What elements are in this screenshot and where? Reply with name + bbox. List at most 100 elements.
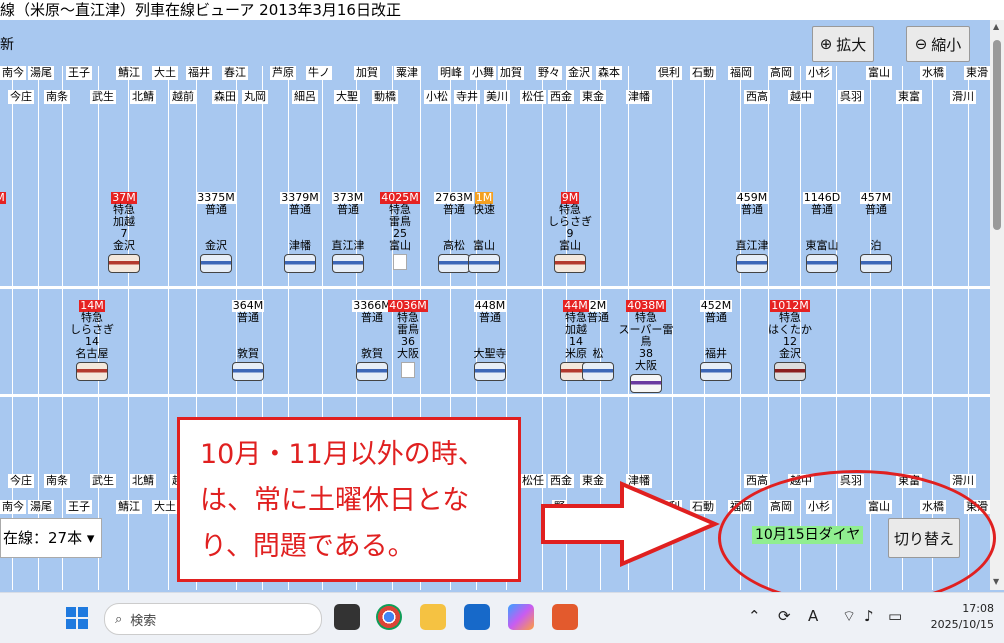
station-label[interactable]: 東滑 <box>964 66 990 80</box>
station-label[interactable]: 武生 <box>90 474 116 488</box>
train-marker[interactable]: 1146D 普通 東富山 <box>792 192 852 273</box>
station-label[interactable]: 北鯖 <box>130 90 156 104</box>
task-view-icon[interactable] <box>334 604 360 630</box>
train-marker[interactable]: 4036M 特急 雷鳥 36 大阪 <box>378 300 438 378</box>
wifi-icon[interactable]: ⌔ <box>842 607 856 626</box>
train-marker[interactable]: 452M 普通 福井 <box>686 300 746 381</box>
vertical-scrollbar[interactable]: ▲ ▼ <box>990 20 1004 590</box>
station-label[interactable]: 西金 <box>548 90 574 104</box>
train-marker[interactable]: 1M 快速 富山 <box>454 192 514 273</box>
file-explorer-icon[interactable] <box>420 604 446 630</box>
station-label[interactable]: 王子 <box>66 66 92 80</box>
station-label[interactable]: 加賀 <box>354 66 380 80</box>
station-label[interactable]: 南条 <box>44 474 70 488</box>
station-label[interactable]: 大聖 <box>334 90 360 104</box>
clock[interactable]: 17:08 2025/10/15 <box>931 601 994 633</box>
scroll-down-icon[interactable]: ▼ <box>993 577 999 586</box>
train-marker[interactable]: 4038M 特急 スーパー雷鳥 38 大阪 <box>616 300 676 393</box>
station-label[interactable]: 森本 <box>596 66 622 80</box>
train-marker[interactable]: 364M 普通 敦賀 <box>218 300 278 381</box>
station-label[interactable]: 福井 <box>186 66 212 80</box>
zoom-in-button[interactable]: ⊕ 拡大 <box>812 26 874 62</box>
station-label[interactable]: 東富 <box>896 90 922 104</box>
station-label[interactable]: 小杉 <box>806 66 832 80</box>
station-label[interactable]: 小舞 <box>470 66 496 80</box>
train-dest: 富山 <box>559 239 581 252</box>
ime-indicator[interactable]: A <box>808 607 818 625</box>
train-marker[interactable]: 3375M 普通 金沢 <box>186 192 246 273</box>
station-label[interactable]: 南今 <box>0 500 26 514</box>
train-marker[interactable]: 448M 普通 大聖寺 <box>460 300 520 381</box>
station-label[interactable]: 動橋 <box>372 90 398 104</box>
station-label[interactable]: 越中 <box>788 90 814 104</box>
station-label[interactable]: 細呂 <box>292 90 318 104</box>
station-label[interactable]: 明峰 <box>438 66 464 80</box>
station-label[interactable]: 今庄 <box>8 474 34 488</box>
station-label[interactable]: 呉羽 <box>838 90 864 104</box>
station-label[interactable]: 南今 <box>0 66 26 80</box>
train-marker[interactable]: 1012M 特急 はくたか 12 金沢 <box>760 300 820 381</box>
train-marker[interactable]: 4025M 特急 雷鳥 25 富山 <box>370 192 430 270</box>
station-label[interactable]: 東金 <box>580 90 606 104</box>
train-car-icon <box>582 362 614 381</box>
train-car-icon <box>860 254 892 273</box>
station-label[interactable]: 春江 <box>222 66 248 80</box>
station-label[interactable]: 粟津 <box>394 66 420 80</box>
battery-icon[interactable]: ▭ <box>888 607 902 625</box>
station-label[interactable]: 今庄 <box>8 90 34 104</box>
station-label[interactable]: 王子 <box>66 500 92 514</box>
station-label[interactable]: 水橋 <box>920 66 946 80</box>
media-app-icon[interactable] <box>552 604 578 630</box>
station-label[interactable]: 大土 <box>152 500 178 514</box>
chevron-up-icon[interactable]: ⌃ <box>748 607 761 625</box>
outlook-icon[interactable] <box>464 604 490 630</box>
station-label[interactable]: 高岡 <box>768 66 794 80</box>
station-label[interactable]: 西高 <box>744 90 770 104</box>
station-label[interactable]: 越前 <box>170 90 196 104</box>
train-marker[interactable]: M <box>0 192 30 252</box>
train-dest: 富山 <box>389 239 411 252</box>
station-label[interactable]: 野々 <box>536 66 562 80</box>
sync-icon[interactable]: ⟳ <box>778 607 791 625</box>
station-label[interactable]: 石動 <box>690 66 716 80</box>
station-label[interactable]: 美川 <box>484 90 510 104</box>
station-label[interactable]: 牛ノ <box>306 66 332 80</box>
station-label[interactable]: 森田 <box>212 90 238 104</box>
station-label[interactable]: 福岡 <box>728 66 754 80</box>
station-label[interactable]: 松任 <box>520 90 546 104</box>
station-label[interactable]: 滑川 <box>950 90 976 104</box>
train-count-select[interactable]: 在線：27本 ▾ <box>0 518 102 558</box>
train-marker[interactable]: 457M 普通泊 <box>846 192 906 273</box>
station-label[interactable]: 津幡 <box>626 90 652 104</box>
chrome-icon[interactable] <box>376 604 402 630</box>
train-marker[interactable]: 459M 普通 直江津 <box>722 192 782 273</box>
windows-start-icon[interactable] <box>66 607 88 629</box>
station-label[interactable]: 湯尾 <box>28 500 54 514</box>
station-label[interactable]: 富山 <box>866 66 892 80</box>
volume-icon[interactable]: ♪ <box>864 607 874 625</box>
station-label[interactable]: 湯尾 <box>28 66 54 80</box>
scroll-up-icon[interactable]: ▲ <box>993 22 999 31</box>
taskbar-search[interactable]: ⌕ 検索 <box>104 603 322 635</box>
station-label[interactable]: 寺井 <box>454 90 480 104</box>
scrollbar-thumb[interactable] <box>993 40 1001 230</box>
station-label[interactable]: 鯖江 <box>116 66 142 80</box>
train-marker[interactable]: 37M 特急 加越 7 金沢 <box>94 192 154 273</box>
station-label[interactable]: 金沢 <box>566 66 592 80</box>
station-label[interactable]: 武生 <box>90 90 116 104</box>
copilot-icon[interactable] <box>508 604 534 630</box>
station-label[interactable]: 南条 <box>44 90 70 104</box>
station-label[interactable]: 芦原 <box>270 66 296 80</box>
station-label[interactable]: 滑川 <box>950 474 976 488</box>
station-label[interactable]: 倶利 <box>656 66 682 80</box>
station-label[interactable]: 小松 <box>424 90 450 104</box>
zoom-out-button[interactable]: ⊖ 縮小 <box>906 26 970 62</box>
station-label[interactable]: 大土 <box>152 66 178 80</box>
station-label[interactable]: 鯖江 <box>116 500 142 514</box>
station-label[interactable]: 北鯖 <box>130 474 156 488</box>
train-marker[interactable]: 9M 特急 しらさぎ 9 富山 <box>540 192 600 273</box>
station-label[interactable]: 丸岡 <box>242 90 268 104</box>
train-marker[interactable]: 14M 特急 しらさぎ 14 名古屋 <box>62 300 122 381</box>
train-marker[interactable]: 373M 普通 直江津 <box>318 192 378 273</box>
station-label[interactable]: 加賀 <box>498 66 524 80</box>
